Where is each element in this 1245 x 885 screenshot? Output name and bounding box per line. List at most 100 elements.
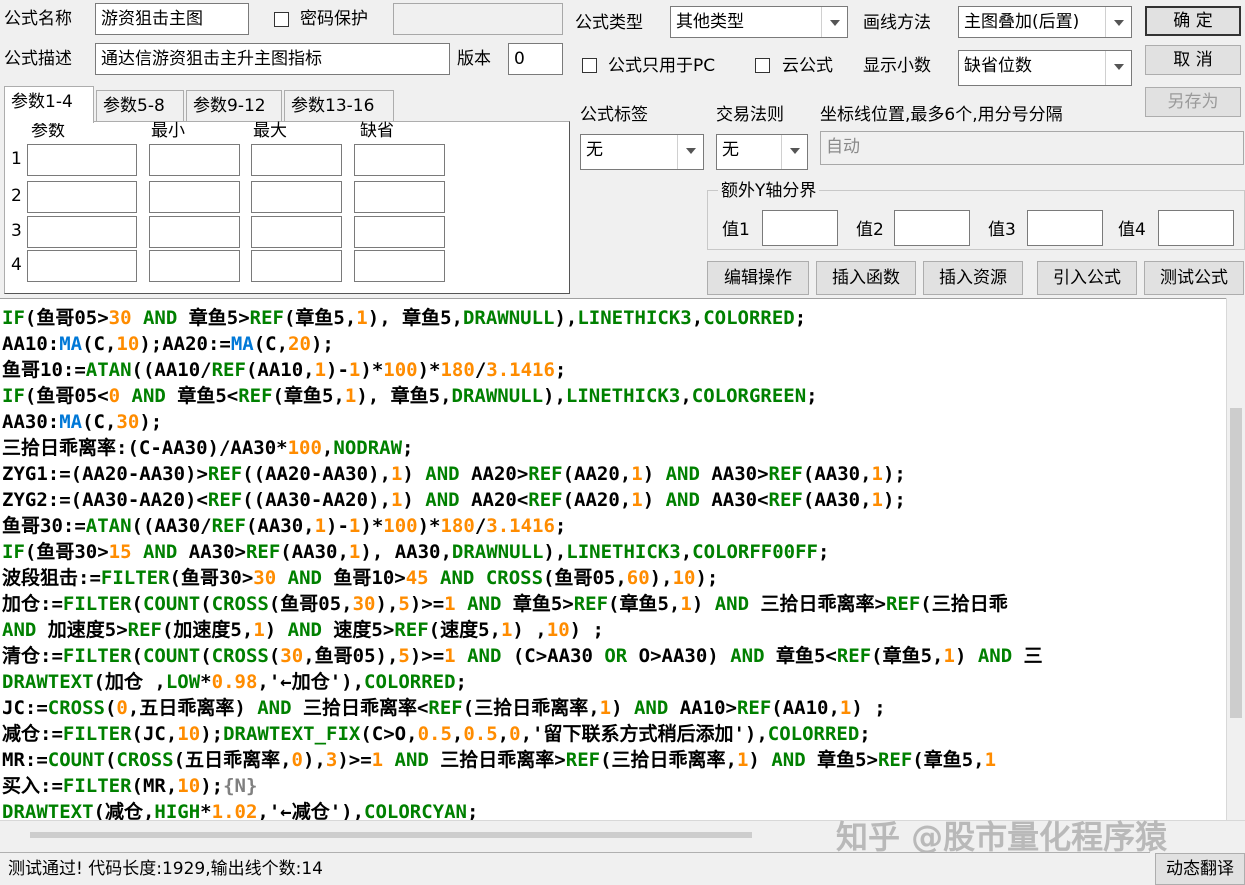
param-2-default-input[interactable]: [354, 181, 445, 213]
code-text[interactable]: IF(鱼哥05>30 AND 章鱼5>REF(章鱼5,1), 章鱼5,DRAWN…: [2, 305, 1224, 820]
password-checkbox[interactable]: [274, 12, 289, 27]
code-line[interactable]: MR:=COUNT(CROSS(五日乖离率,0),3)>=1 AND 三拾日乖离…: [2, 747, 1224, 773]
axis-lines-input[interactable]: 自动: [820, 131, 1244, 165]
value2-label: 值2: [856, 220, 884, 240]
param-4-name-input[interactable]: [27, 250, 137, 282]
code-line[interactable]: IF(鱼哥05<0 AND 章鱼5<REF(章鱼5,1), 章鱼5,DRAWNU…: [2, 383, 1224, 409]
draw-method-value: 主图叠加(后置): [964, 12, 1080, 32]
value1-label: 值1: [722, 220, 750, 240]
trade-rule-label: 交易法则: [716, 105, 784, 125]
axis-lines-label: 坐标线位置,最多6个,用分号分隔: [820, 105, 1063, 125]
code-line[interactable]: 波段狙击:=FILTER(鱼哥30>30 AND 鱼哥10>45 AND CRO…: [2, 565, 1224, 591]
tab-params-1-4[interactable]: 参数1-4: [4, 86, 94, 123]
formula-tag-label: 公式标签: [580, 105, 648, 125]
trade-rule-value: 无: [722, 140, 739, 160]
code-line[interactable]: IF(鱼哥30>15 AND AA30>REF(AA30,1), AA30,DR…: [2, 539, 1224, 565]
param-4-default-input[interactable]: [354, 250, 445, 282]
code-line[interactable]: 加仓:=FILTER(COUNT(CROSS(鱼哥05,30),5)>=1 AN…: [2, 591, 1224, 617]
cancel-button[interactable]: 取 消: [1145, 45, 1241, 75]
code-line[interactable]: 买入:=FILTER(MR,10);{N}: [2, 773, 1224, 799]
status-bar: 测试通过! 代码长度:1929,输出线个数:14: [0, 852, 1150, 885]
draw-method-select[interactable]: 主图叠加(后置): [958, 6, 1132, 38]
param-3-default-input[interactable]: [354, 216, 445, 248]
param-3-max-input[interactable]: [251, 216, 342, 248]
param-3-name-input[interactable]: [27, 216, 137, 248]
formula-desc-input[interactable]: 通达信游资狙击主升主图指标: [95, 43, 450, 75]
param-header-max: 最大: [253, 121, 287, 141]
code-line[interactable]: ZYG1:=(AA20-AA30)>REF((AA20-AA30),1) AND…: [2, 461, 1224, 487]
cloud-checkbox[interactable]: [755, 58, 770, 73]
formula-type-value: 其他类型: [676, 12, 744, 32]
code-line[interactable]: 三拾日乖离率:(C-AA30)/AA30*100,NODRAW;: [2, 435, 1224, 461]
scrollbar-thumb[interactable]: [1230, 408, 1242, 718]
value4-label: 值4: [1118, 220, 1146, 240]
scrollbar-thumb[interactable]: [30, 832, 752, 838]
code-line[interactable]: AA30:MA(C,30);: [2, 409, 1224, 435]
param-4-min-input[interactable]: [149, 250, 240, 282]
draw-method-label: 画线方法: [863, 13, 931, 33]
chevron-down-icon[interactable]: [677, 135, 703, 169]
code-line[interactable]: AND 加速度5>REF(加速度5,1) AND 速度5>REF(速度5,1) …: [2, 617, 1224, 643]
dynamic-translate-button[interactable]: 动态翻译: [1155, 853, 1245, 885]
cloud-label: 云公式: [782, 56, 833, 76]
password-input[interactable]: [393, 3, 563, 35]
code-line[interactable]: JC:=CROSS(0,五日乖离率) AND 三拾日乖离率<REF(三拾日乖离率…: [2, 695, 1224, 721]
pc-only-checkbox[interactable]: [582, 58, 597, 73]
value1-input[interactable]: [762, 210, 838, 246]
test-formula-button[interactable]: 测试公式: [1144, 261, 1244, 295]
code-line[interactable]: IF(鱼哥05>30 AND 章鱼5>REF(章鱼5,1), 章鱼5,DRAWN…: [2, 305, 1224, 331]
save-as-button[interactable]: 另存为: [1145, 87, 1241, 117]
insert-resource-button[interactable]: 插入资源: [923, 261, 1023, 295]
value3-label: 值3: [988, 220, 1016, 240]
param-2-max-input[interactable]: [251, 181, 342, 213]
param-row-number: 2: [11, 186, 22, 206]
param-1-name-input[interactable]: [27, 144, 137, 176]
formula-type-select[interactable]: 其他类型: [670, 6, 848, 38]
chevron-down-icon[interactable]: [1105, 7, 1131, 37]
value4-input[interactable]: [1158, 210, 1234, 246]
code-line[interactable]: 鱼哥30:=ATAN((AA30/REF(AA30,1)-1)*100)*180…: [2, 513, 1224, 539]
code-line[interactable]: 清仓:=FILTER(COUNT(CROSS(30,鱼哥05),5)>=1 AN…: [2, 643, 1224, 669]
param-row-number: 1: [11, 149, 22, 169]
chevron-down-icon[interactable]: [781, 135, 807, 169]
param-2-name-input[interactable]: [27, 181, 137, 213]
vertical-scrollbar[interactable]: [1226, 298, 1245, 820]
chevron-down-icon[interactable]: [821, 7, 847, 37]
chevron-down-icon[interactable]: [1105, 51, 1131, 85]
import-formula-button[interactable]: 引入公式: [1037, 261, 1137, 295]
formula-tag-value: 无: [586, 140, 603, 160]
value2-input[interactable]: [894, 210, 970, 246]
formula-name-input[interactable]: 游资狙击主图: [95, 3, 249, 35]
version-label: 版本: [457, 49, 491, 69]
formula-tag-select[interactable]: 无: [580, 134, 704, 170]
password-label: 密码保护: [300, 9, 368, 29]
code-line[interactable]: 减仓:=FILTER(JC,10);DRAWTEXT_FIX(C>O,0.5,0…: [2, 721, 1224, 747]
formula-type-label: 公式类型: [575, 13, 643, 33]
code-line[interactable]: ZYG2:=(AA30-AA20)<REF((AA30-AA20),1) AND…: [2, 487, 1224, 513]
ok-button[interactable]: 确 定: [1145, 6, 1241, 36]
decimals-label: 显示小数: [863, 56, 931, 76]
trade-rule-select[interactable]: 无: [716, 134, 808, 170]
insert-function-button[interactable]: 插入函数: [816, 261, 916, 295]
pc-only-label: 公式只用于PC: [608, 56, 716, 76]
param-2-min-input[interactable]: [149, 181, 240, 213]
version-input[interactable]: 0: [508, 43, 563, 75]
code-line[interactable]: AA10:MA(C,10);AA20:=MA(C,20);: [2, 331, 1224, 357]
param-1-default-input[interactable]: [354, 144, 445, 176]
extra-y-axis-label: 额外Y轴分界: [718, 176, 820, 206]
value3-input[interactable]: [1027, 210, 1103, 246]
param-panel: 参数 最小 最大 缺省 1 2 3 4: [4, 121, 570, 294]
decimals-select[interactable]: 缺省位数: [958, 50, 1132, 86]
decimals-value: 缺省位数: [964, 56, 1032, 76]
code-editor[interactable]: IF(鱼哥05>30 AND 章鱼5>REF(章鱼5,1), 章鱼5,DRAWN…: [0, 298, 1245, 820]
code-line[interactable]: DRAWTEXT(加仓 ,LOW*0.98,'←加仓'),COLORRED;: [2, 669, 1224, 695]
param-4-max-input[interactable]: [251, 250, 342, 282]
edit-operations-button[interactable]: 编辑操作: [707, 261, 809, 295]
param-row-number: 3: [11, 221, 22, 241]
code-line[interactable]: 鱼哥10:=ATAN((AA10/REF(AA10,1)-1)*100)*180…: [2, 357, 1224, 383]
param-header-min: 最小: [151, 121, 185, 141]
param-3-min-input[interactable]: [149, 216, 240, 248]
formula-name-label: 公式名称: [4, 9, 72, 29]
param-1-max-input[interactable]: [251, 144, 342, 176]
param-1-min-input[interactable]: [149, 144, 240, 176]
